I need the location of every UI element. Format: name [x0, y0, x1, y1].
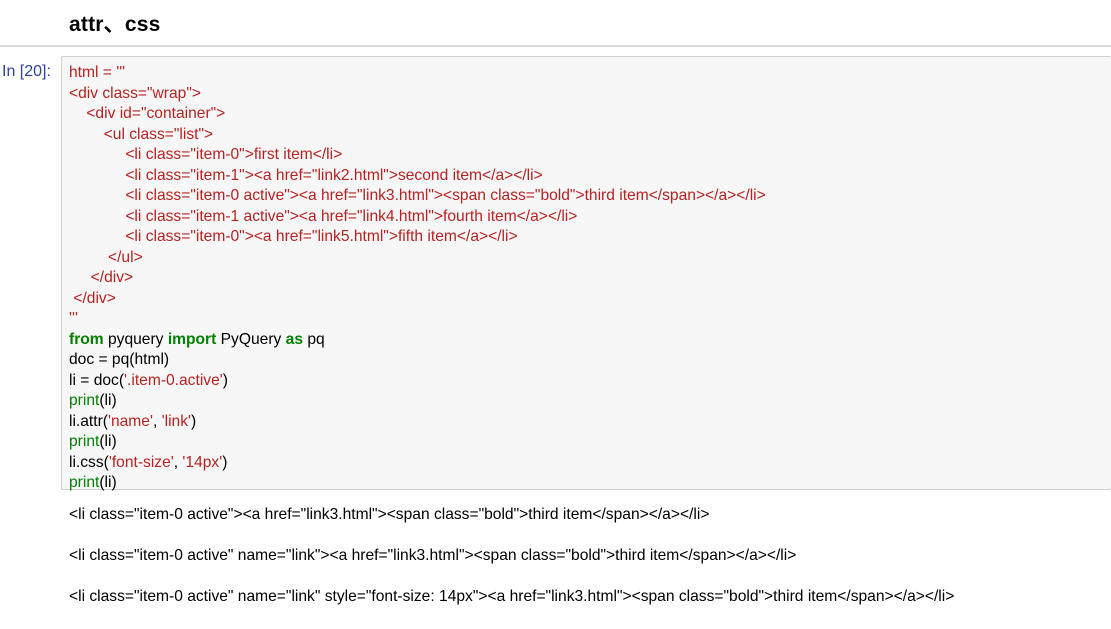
code-line: <div class="wrap">: [69, 84, 766, 105]
code-line: <li class="item-0"><a href="link5.html">…: [69, 227, 766, 248]
code-line: from pyquery import PyQuery as pq: [69, 330, 766, 351]
code-string: </div>: [69, 269, 134, 286]
code-text: ): [190, 412, 197, 430]
code-string: </ul>: [69, 248, 143, 266]
section-heading: attr、css: [69, 13, 161, 36]
code-line: li.attr('name', 'link'): [69, 412, 766, 433]
code-text: li.attr(: [69, 412, 108, 430]
code-line: </ul>: [69, 248, 766, 269]
code-line: print(li): [69, 432, 766, 453]
code-string: <li class="item-1"><a href="link2.html">…: [69, 166, 543, 184]
code-line: <li class="item-1"><a href="link2.html">…: [69, 166, 766, 187]
code-line: html = ''': [69, 63, 766, 84]
code-string: <div class="wrap">: [69, 84, 201, 102]
code-text: (li): [99, 474, 117, 491]
output-line: <li class="item-0 active"><a href="link3…: [69, 506, 710, 523]
code-string: <div id="container">: [69, 105, 226, 122]
code-text: li = doc(: [69, 371, 125, 389]
code-line: <li class="item-1 active"><a href="link4…: [69, 207, 766, 228]
code-string: </div>: [69, 289, 116, 307]
code-line: </div>: [69, 268, 766, 289]
code-line: ''': [69, 309, 766, 330]
code-text: (li): [99, 392, 117, 409]
code-line: </div>: [69, 289, 766, 310]
code-text: PyQuery: [216, 330, 286, 348]
code-string: 'name': [107, 412, 153, 430]
code-string: '.item-0.active': [124, 371, 223, 389]
code-string: 'font-size': [108, 453, 174, 471]
output-line: <li class="item-0 active" name="link"><a…: [69, 547, 797, 564]
cell-prompt: In [20]:: [2, 63, 51, 80]
output-line: <li class="item-0 active" name="link" st…: [69, 588, 955, 605]
code-builtin: print: [69, 392, 100, 409]
code-keyword: from: [69, 330, 104, 348]
code-keyword: import: [167, 330, 217, 348]
code-string: <li class="item-0"><a href="link5.html">…: [69, 228, 518, 245]
code-string: '14px': [182, 453, 223, 471]
code-line: doc = pq(html): [69, 350, 766, 371]
code-line: li.css('font-size', '14px'): [69, 453, 766, 474]
code-string: html = ''': [69, 64, 126, 81]
code-text: ): [222, 371, 228, 389]
code-line: <li class="item-0">first item</li>: [69, 145, 766, 166]
code-editor[interactable]: html = ''' <div class="wrap"> <div id="co…: [69, 63, 766, 494]
code-text: (li): [99, 433, 117, 450]
section-divider: [0, 45, 1111, 47]
code-builtin: print: [69, 474, 100, 491]
code-line: <ul class="list">: [69, 125, 766, 146]
code-string: <ul class="list">: [69, 125, 214, 143]
code-line: print(li): [69, 473, 766, 494]
code-text: pq: [303, 330, 325, 348]
code-line: li = doc('.item-0.active'): [69, 371, 766, 392]
code-string: <li class="item-0 active"><a href="link3…: [69, 187, 766, 204]
code-line: <li class="item-0 active"><a href="link3…: [69, 186, 766, 207]
code-builtin: print: [69, 433, 100, 450]
code-string: ''': [69, 310, 78, 327]
code-text: li.css(: [69, 453, 109, 471]
code-text: pyquery: [103, 330, 168, 348]
code-text: doc = pq(html): [69, 351, 170, 368]
code-string: <li class="item-0">first item</li>: [69, 146, 343, 163]
code-text: ): [222, 453, 228, 471]
code-text: ,: [152, 412, 162, 430]
code-keyword: as: [285, 330, 304, 348]
code-line: <div id="container">: [69, 104, 766, 125]
code-string: 'link': [161, 412, 191, 430]
code-string: <li class="item-1 active"><a href="link4…: [69, 207, 578, 225]
code-line: print(li): [69, 391, 766, 412]
